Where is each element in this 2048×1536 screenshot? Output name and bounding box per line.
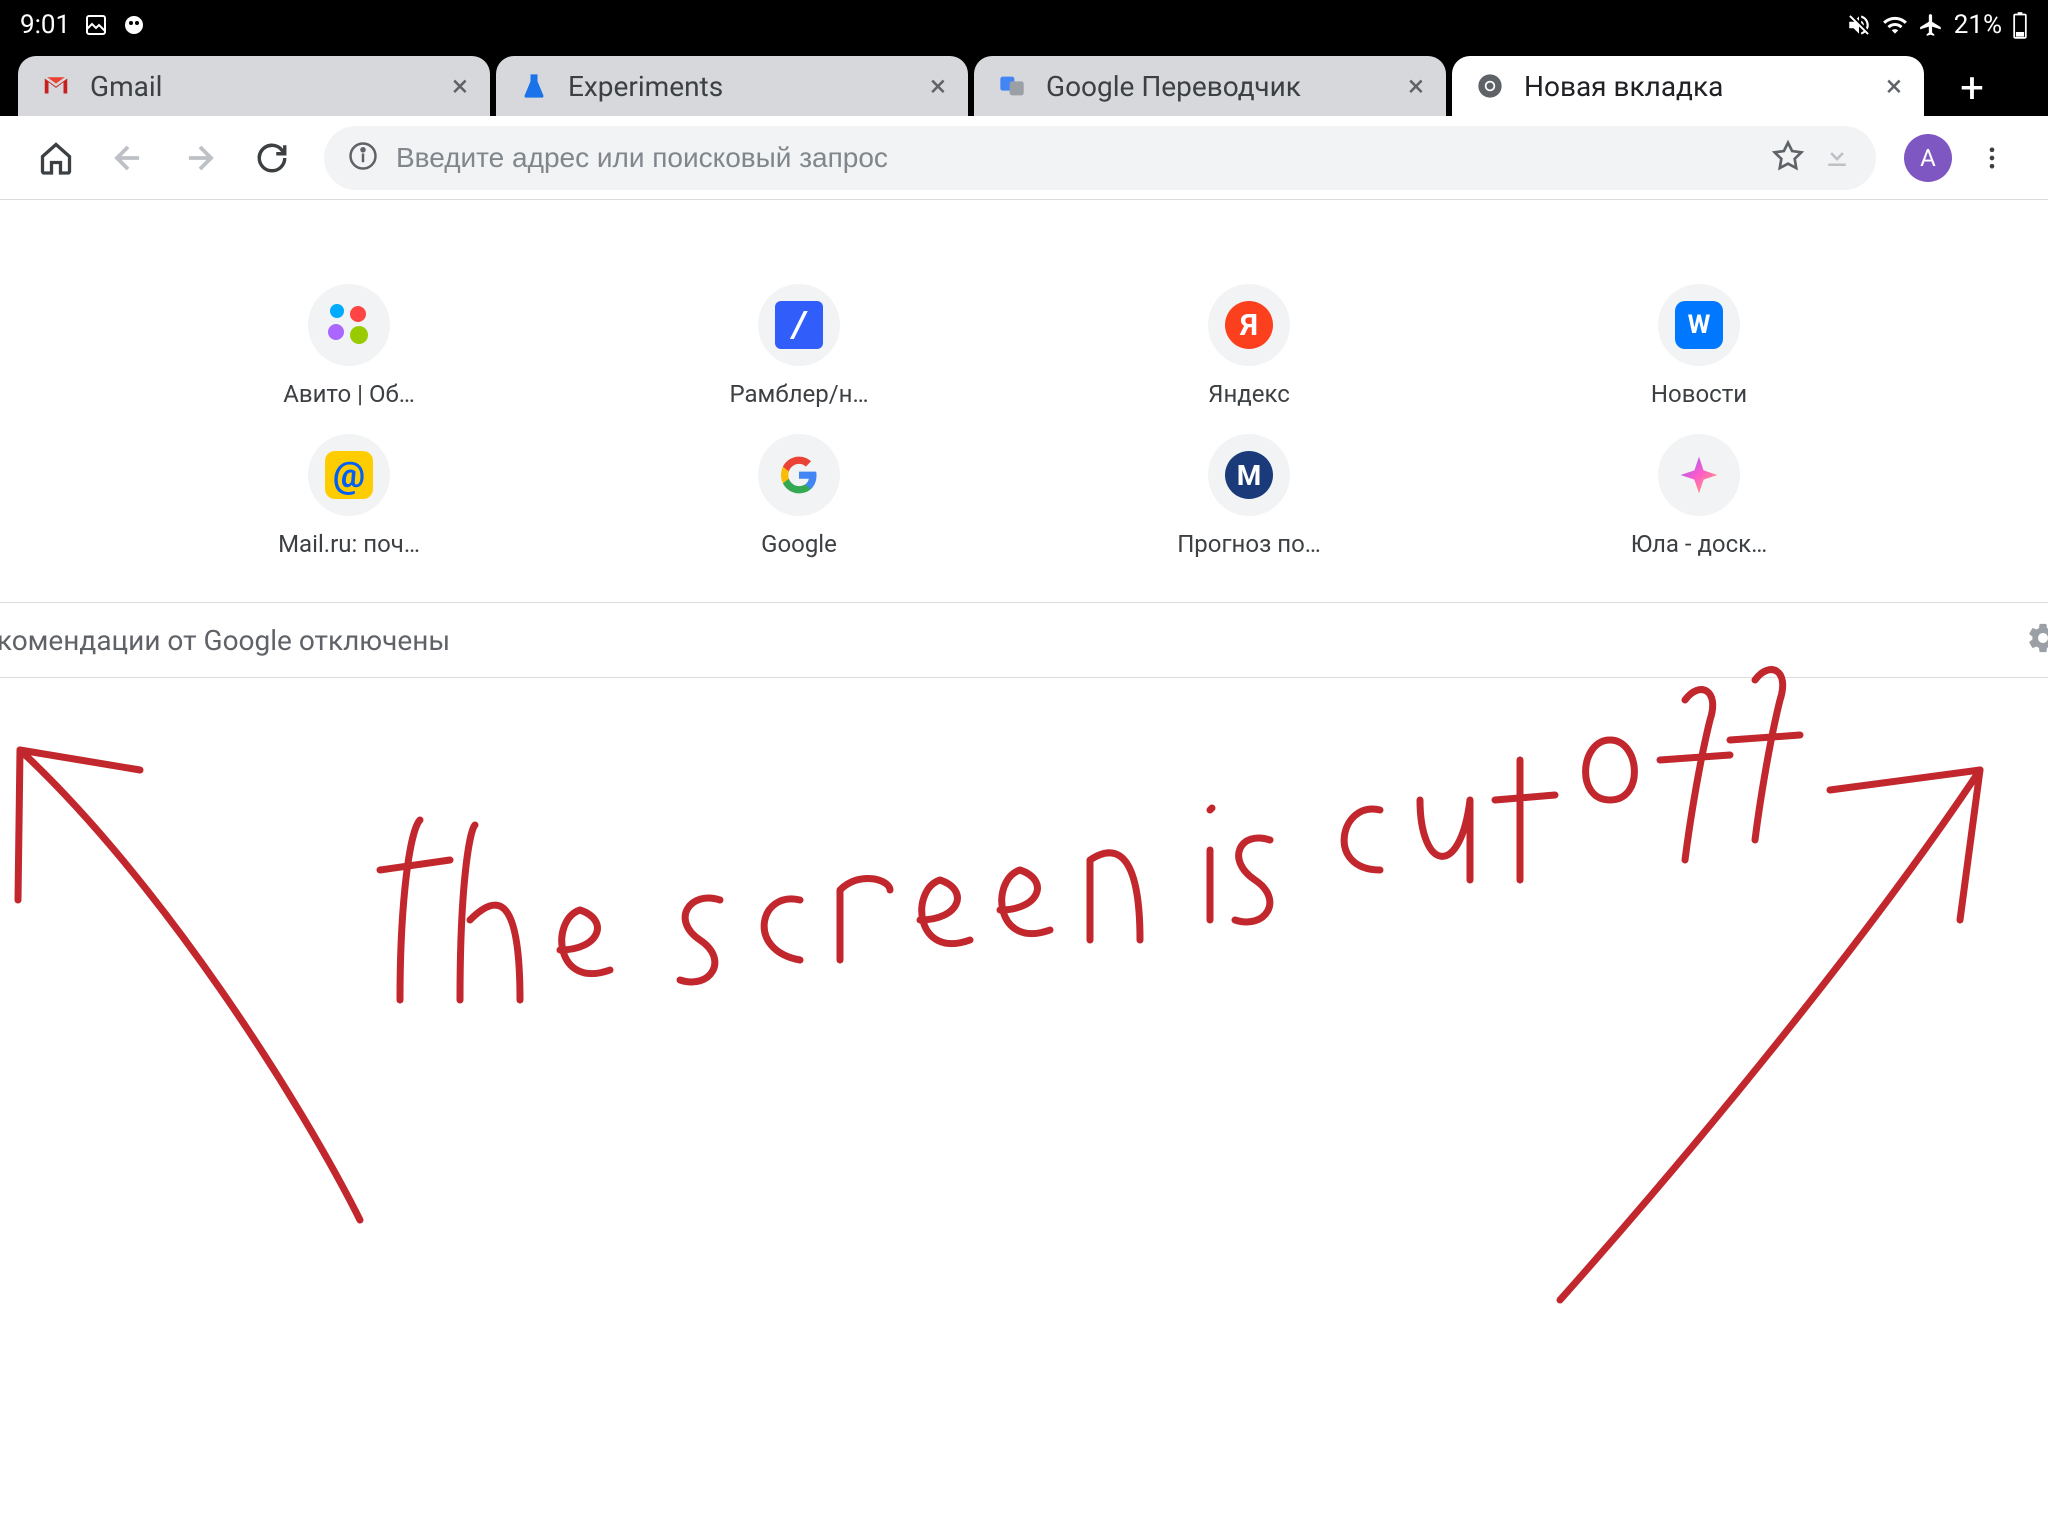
omnibox[interactable] <box>324 126 1876 190</box>
shortcut-mailru[interactable]: @ Mail.ru: поч… <box>124 434 574 558</box>
owl-icon <box>122 13 146 37</box>
battery-percent: 21% <box>1954 10 2002 40</box>
shortcut-google[interactable]: Google <box>574 434 1024 558</box>
download-icon[interactable] <box>1822 141 1852 175</box>
recommendations-bar: екомендации от Google отключены <box>0 602 2048 678</box>
vibrate-icon <box>1846 12 1872 38</box>
tab-strip: Gmail × Experiments × Google Переводчик … <box>0 50 2048 116</box>
bookmark-star-icon[interactable] <box>1772 140 1804 176</box>
shortcut-label: Прогноз по… <box>1177 530 1321 558</box>
new-tab-button[interactable]: + <box>1944 60 2000 116</box>
shortcuts-grid: Авито | Об… / Рамблер/н… Я Яндекс W Ново… <box>124 284 1924 558</box>
shortcut-youla[interactable]: Юла - доск… <box>1474 434 1924 558</box>
reload-button[interactable] <box>240 126 304 190</box>
shortcut-avito[interactable]: Авито | Об… <box>124 284 574 408</box>
home-button[interactable] <box>24 126 88 190</box>
ntp-content: Авито | Об… / Рамблер/н… Я Яндекс W Ново… <box>0 200 2048 678</box>
chrome-icon <box>1474 70 1506 102</box>
google-icon <box>758 434 840 516</box>
close-icon[interactable]: × <box>446 72 474 100</box>
close-icon[interactable]: × <box>1880 72 1908 100</box>
yandex-icon: Я <box>1208 284 1290 366</box>
shortcut-label: Авито | Об… <box>283 380 415 408</box>
shortcut-rambler[interactable]: / Рамблер/н… <box>574 284 1024 408</box>
tab-title: Gmail <box>90 70 446 103</box>
status-time: 9:01 <box>20 10 70 40</box>
airplane-icon <box>1918 12 1944 38</box>
tab-new-tab[interactable]: Новая вкладка × <box>1452 56 1924 116</box>
address-input[interactable] <box>396 142 1754 174</box>
shortcut-label: Юла - доск… <box>1631 530 1767 558</box>
flask-icon <box>518 70 550 102</box>
translate-icon <box>996 70 1028 102</box>
profile-avatar[interactable]: A <box>1904 134 1952 182</box>
tab-title: Новая вкладка <box>1524 70 1880 103</box>
tab-experiments[interactable]: Experiments × <box>496 56 968 116</box>
shortcut-label: Mail.ru: поч… <box>278 530 420 558</box>
rambler-icon: / <box>758 284 840 366</box>
gmail-icon <box>40 70 72 102</box>
mailru-icon: @ <box>308 434 390 516</box>
close-icon[interactable]: × <box>924 72 952 100</box>
shortcut-prognoz[interactable]: М Прогноз по… <box>1024 434 1474 558</box>
gear-icon[interactable] <box>2026 621 2048 659</box>
avito-icon <box>308 284 390 366</box>
shortcut-vk-news[interactable]: W Новости <box>1474 284 1924 408</box>
avatar-letter: A <box>1920 144 1936 172</box>
wifi-icon <box>1882 12 1908 38</box>
toolbar: A <box>0 116 2048 200</box>
vk-icon: W <box>1658 284 1740 366</box>
battery-icon <box>2012 11 2028 39</box>
back-button[interactable] <box>96 126 160 190</box>
prognoz-icon: М <box>1208 434 1290 516</box>
shortcut-label: Яндекс <box>1208 380 1290 408</box>
android-status-bar: 9:01 21% <box>0 0 2048 50</box>
tab-gmail[interactable]: Gmail × <box>18 56 490 116</box>
info-icon <box>348 141 378 175</box>
close-icon[interactable]: × <box>1402 72 1430 100</box>
shortcut-label: Google <box>761 530 837 558</box>
tab-translate[interactable]: Google Переводчик × <box>974 56 1446 116</box>
forward-button[interactable] <box>168 126 232 190</box>
recommendations-text: екомендации от Google отключены <box>0 624 450 657</box>
tab-title: Google Переводчик <box>1046 70 1402 103</box>
shortcut-yandex[interactable]: Я Яндекс <box>1024 284 1474 408</box>
shortcut-label: Новости <box>1651 380 1747 408</box>
tab-title: Experiments <box>568 70 924 103</box>
youla-icon <box>1658 434 1740 516</box>
shortcut-label: Рамблер/н… <box>729 380 868 408</box>
gallery-icon <box>84 13 108 37</box>
menu-button[interactable] <box>1960 126 2024 190</box>
